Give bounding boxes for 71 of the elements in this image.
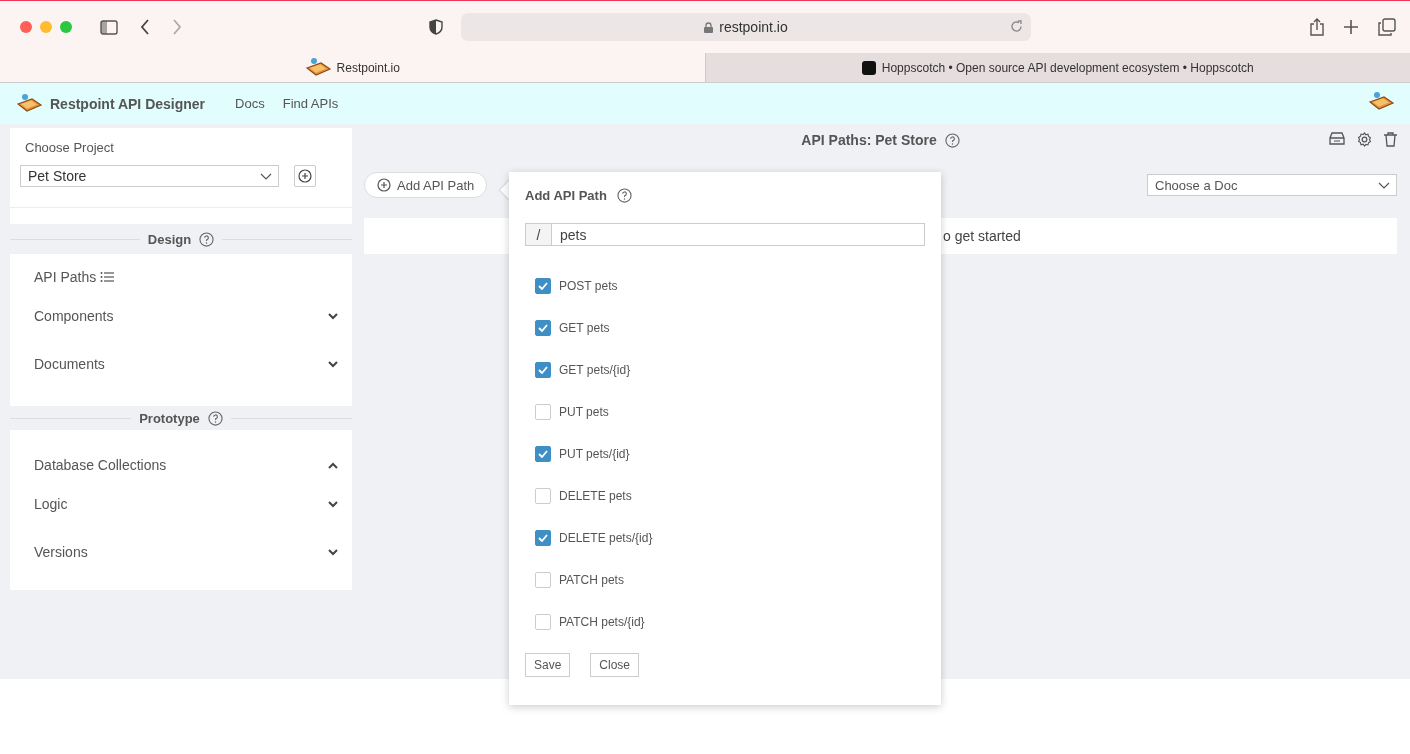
caret-icon[interactable] [260,172,272,180]
checkbox-label: PATCH pets [559,573,624,587]
field-label: Choose Project [25,140,115,155]
add-api-path-button[interactable]: Add API Path [364,172,488,198]
checkbox[interactable] [535,320,551,336]
back-icon[interactable] [140,19,150,35]
checkbox-label: PUT pets [559,405,609,419]
path-prefix: / [525,223,551,246]
help-icon[interactable] [944,132,960,148]
save-button[interactable]: Save [525,653,571,677]
close-window-button[interactable] [20,21,32,33]
checkbox[interactable] [535,530,551,546]
checkbox-label: GET pets [559,321,610,335]
chevron-down-icon[interactable] [328,500,338,508]
section-title: Prototype [139,410,200,426]
accordion-label[interactable]: Components [34,308,114,324]
checkbox-label: PATCH pets/{id} [559,615,645,629]
lock-icon [704,21,714,33]
help-icon[interactable] [207,410,223,426]
shield-icon[interactable] [429,19,443,35]
popover-title: Add API Path [525,188,607,203]
close-button[interactable]: Close [590,653,640,677]
checkbox-label: DELETE pets/{id} [559,531,653,545]
checkbox-label: POST pets [559,279,618,293]
checkmark-icon [538,324,548,332]
checkmark-icon [538,450,548,458]
accordion-label[interactable]: Versions [34,544,88,560]
settings-icon[interactable] [1357,132,1372,147]
tabs-overview-icon[interactable] [1378,18,1396,36]
accordion-label[interactable]: Database Collections [34,457,167,473]
checkbox[interactable] [535,572,551,588]
sidebar-icon[interactable] [100,19,118,35]
nav-link[interactable]: API Paths [34,269,97,285]
checkmark-icon [538,366,548,374]
checkbox[interactable] [535,614,551,630]
plus-icon[interactable] [1344,20,1358,34]
share-icon[interactable] [1310,18,1324,36]
help-icon[interactable] [616,188,632,203]
checkbox-label: GET pets/{id} [559,363,631,377]
chevron-down-icon[interactable] [328,360,338,368]
checkbox[interactable] [535,488,551,504]
path-input-field[interactable]: pets [551,223,925,246]
checkbox[interactable] [535,404,551,420]
project-select[interactable]: Pet Store [20,165,279,187]
checkbox-label: DELETE pets [559,489,632,503]
app-title: Restpoint API Designer [50,95,206,112]
checkbox-label: PUT pets/{id} [559,447,630,461]
nav-link[interactable]: Find APIs [282,96,339,111]
section-title: Design [147,231,192,247]
favicon-icon [861,60,876,75]
browser-tab[interactable]: Hoppscotch • Open source API development ecosystem • Hoppscotch [704,53,1410,82]
checkmark-icon [538,534,548,542]
chevron-down-icon[interactable] [328,312,338,320]
list-icon[interactable] [100,271,115,283]
checkmark-icon [538,282,548,290]
reload-icon[interactable] [1010,20,1023,33]
checkbox[interactable] [535,446,551,462]
accordion-label[interactable]: Logic [34,496,68,512]
nav-link[interactable]: Docs [235,96,265,111]
chevron-down-icon[interactable] [328,548,338,556]
trash-icon[interactable] [1384,132,1397,147]
chevron-up-icon[interactable] [328,461,338,469]
accordion-label[interactable]: Documents [34,356,105,372]
empty-state-message: o get started [943,228,1021,244]
page-title: API Paths: Pet Store [801,132,937,148]
plus-circle-icon[interactable] [377,178,391,192]
caret-icon[interactable] [1378,181,1390,189]
checkbox[interactable] [535,362,551,378]
checkbox[interactable] [535,278,551,294]
doc-select[interactable]: Choose a Doc [1147,174,1397,196]
help-icon[interactable] [199,231,215,247]
